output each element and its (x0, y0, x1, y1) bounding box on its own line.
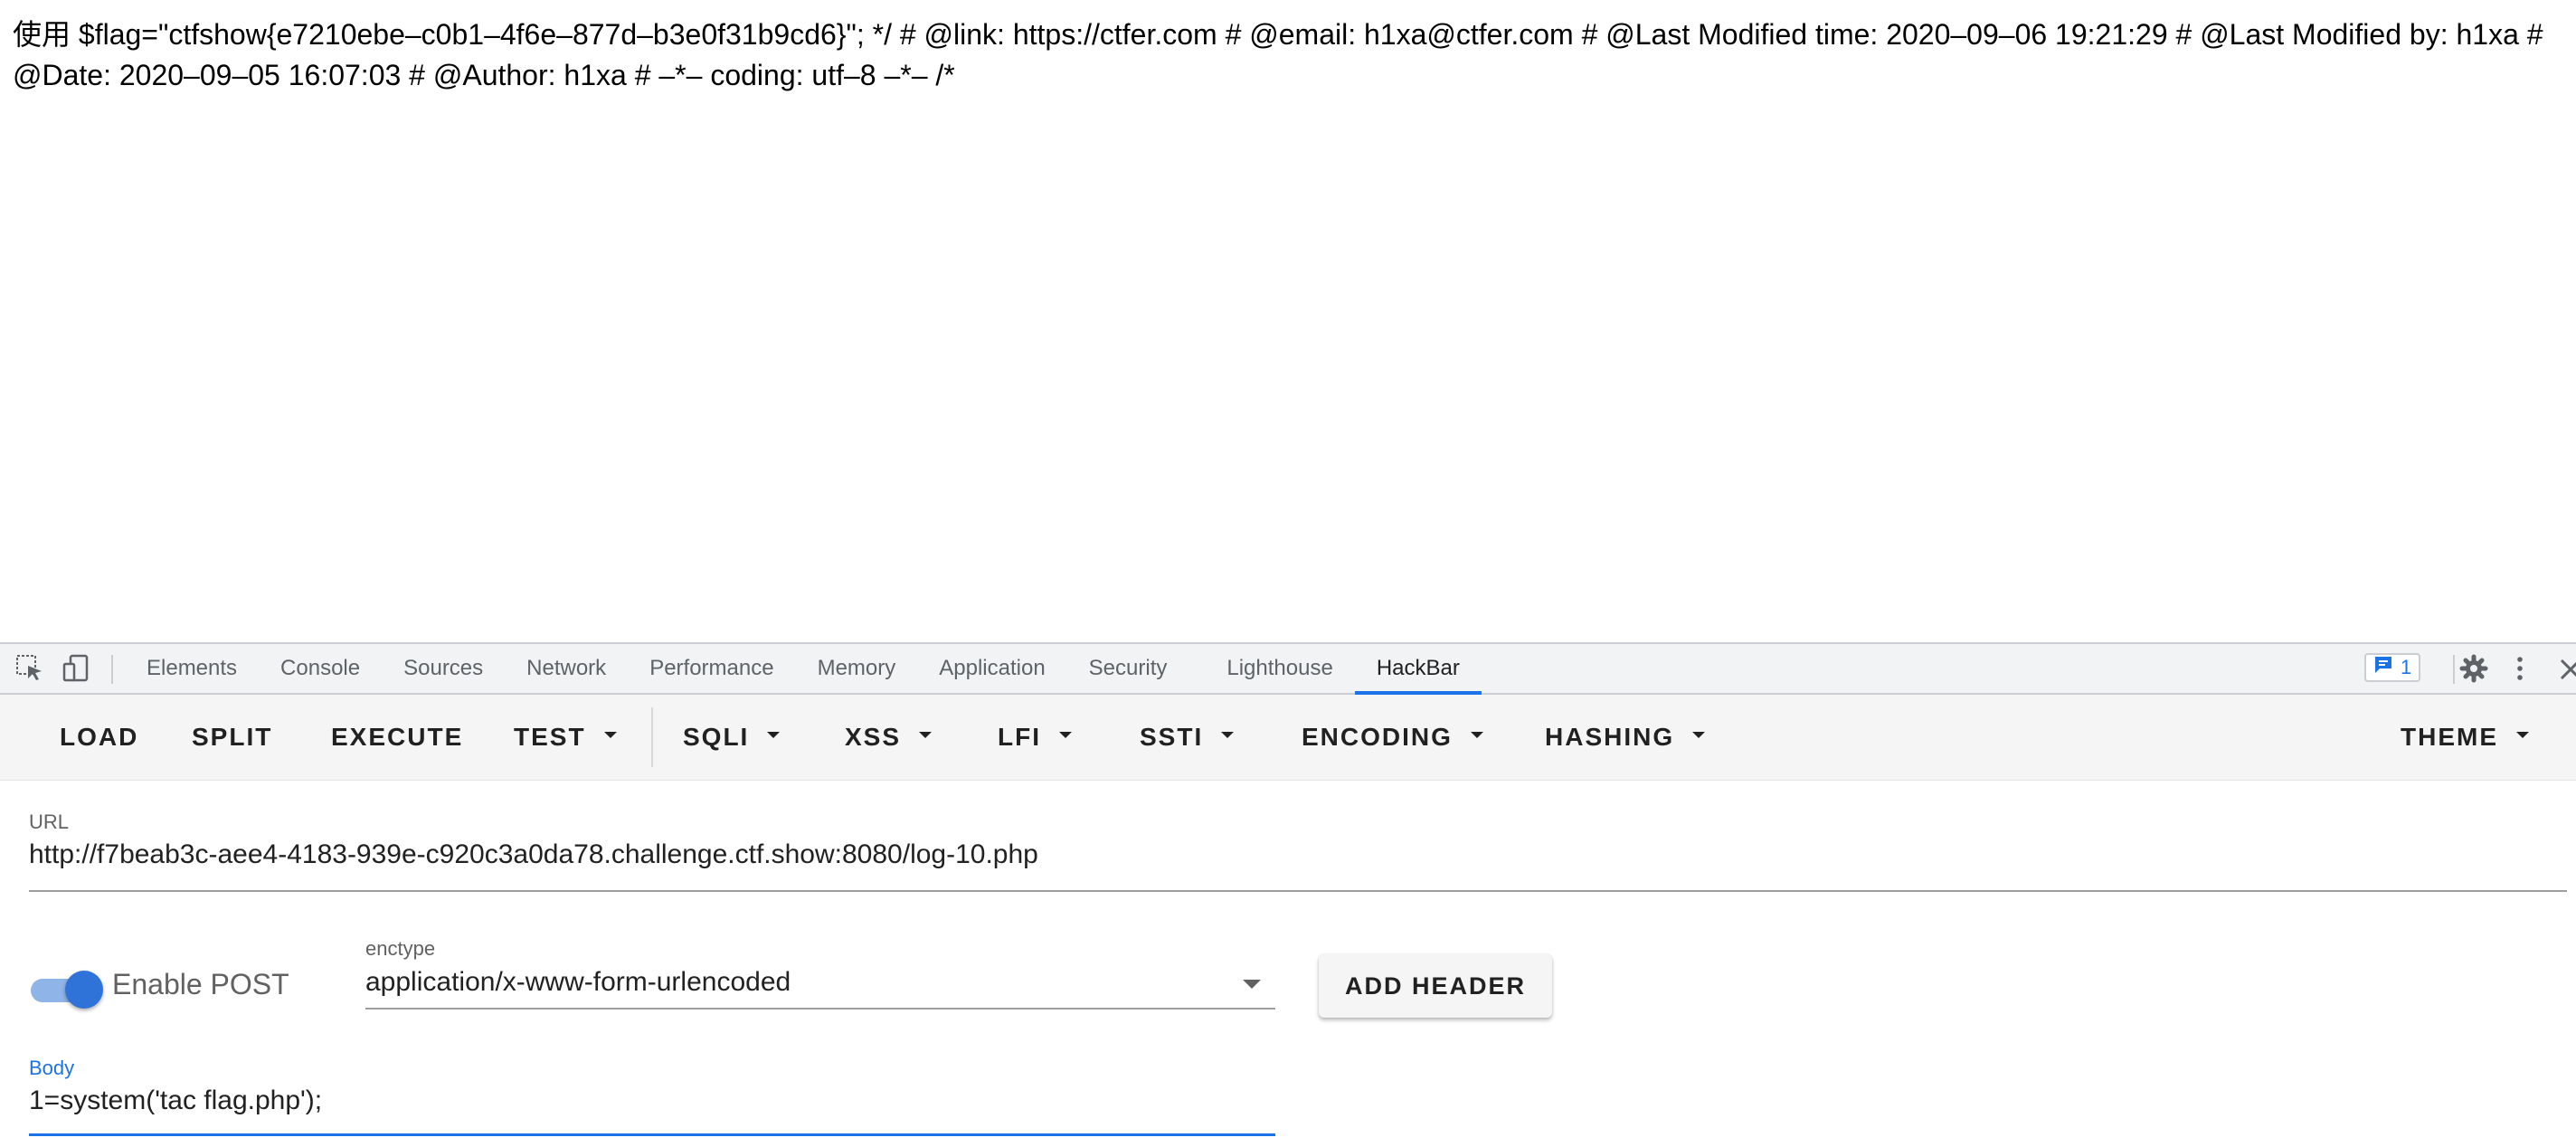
tab-network[interactable]: Network (505, 644, 628, 693)
enctype-select[interactable]: application/x-www-form-urlencoded (365, 967, 791, 998)
toolbar-divider (111, 655, 113, 684)
issues-counter-button[interactable]: 1 (2364, 653, 2421, 682)
lfi-menu-button[interactable]: LFI (998, 695, 1072, 780)
body-label: Body (29, 1057, 75, 1079)
device-toolbar-icon[interactable] (62, 653, 92, 684)
chevron-down-icon (1470, 732, 1483, 739)
encoding-menu-button[interactable]: ENCODING (1302, 695, 1483, 780)
tab-elements[interactable]: Elements (125, 644, 259, 693)
ssti-menu-button[interactable]: SSTI (1140, 695, 1235, 780)
tab-lighthouse[interactable]: Lighthouse (1205, 644, 1354, 693)
execute-button[interactable]: EXECUTE (331, 695, 463, 780)
chevron-down-icon (1221, 732, 1235, 739)
enable-post-label: Enable POST (112, 968, 289, 1000)
chevron-down-icon (1059, 732, 1072, 739)
enctype-label: enctype (365, 937, 436, 960)
encoding-menu-label: ENCODING (1302, 723, 1453, 751)
body-underline (29, 1133, 1275, 1136)
gear-icon[interactable] (2458, 653, 2489, 684)
devtools-tabs: Elements Console Sources Network Perform… (125, 644, 1482, 695)
chevron-down-icon[interactable] (1243, 980, 1261, 989)
ssti-menu-label: SSTI (1140, 723, 1204, 751)
page-content-text: 使用 $flag="ctfshow{e7210ebe–c0b1–4f6e–877… (13, 18, 2543, 91)
issues-count: 1 (2401, 656, 2412, 678)
chevron-down-icon (603, 732, 617, 739)
test-menu-label: TEST (514, 723, 586, 751)
kebab-menu-icon[interactable] (2511, 653, 2542, 684)
devtools-tab-bar: Elements Console Sources Network Perform… (0, 644, 2576, 695)
chevron-down-icon (2516, 732, 2529, 739)
chevron-down-icon (767, 732, 781, 739)
test-menu-button[interactable]: TEST (514, 695, 617, 780)
sqli-menu-button[interactable]: SQLI (683, 695, 781, 780)
inspect-element-icon[interactable] (14, 653, 45, 684)
xss-menu-button[interactable]: XSS (845, 695, 933, 780)
tab-console[interactable]: Console (259, 644, 382, 693)
split-button[interactable]: SPLIT (192, 695, 272, 780)
tab-security[interactable]: Security (1067, 644, 1189, 693)
enctype-underline (365, 1008, 1275, 1010)
tab-memory[interactable]: Memory (796, 644, 918, 693)
theme-menu-label: THEME (2401, 723, 2498, 751)
lfi-menu-label: LFI (998, 723, 1041, 751)
hashing-menu-label: HASHING (1545, 723, 1675, 751)
tab-performance[interactable]: Performance (628, 644, 795, 693)
hackbar-toolbar: LOAD SPLIT EXECUTE TEST SQLI XSS LFI SST… (0, 695, 2576, 781)
load-button[interactable]: LOAD (60, 695, 138, 780)
sqli-menu-label: SQLI (683, 723, 750, 751)
toggle-knob (65, 971, 103, 1009)
xss-menu-label: XSS (845, 723, 902, 751)
body-input[interactable]: 1=system('tac flag.php'); (29, 1085, 322, 1116)
devtools-panel: Elements Console Sources Network Perform… (0, 642, 2576, 1147)
enable-post-toggle[interactable] (31, 971, 105, 1009)
url-underline (29, 890, 2567, 892)
chevron-down-icon (919, 732, 933, 739)
add-header-button[interactable]: ADD HEADER (1319, 954, 1552, 1018)
url-label: URL (29, 810, 70, 833)
theme-menu-button[interactable]: THEME (2401, 695, 2529, 780)
url-input[interactable]: http://f7beab3c-aee4-4183-939e-c920c3a0d… (29, 839, 1038, 870)
tab-application[interactable]: Application (917, 644, 1066, 693)
close-icon[interactable] (2556, 653, 2576, 684)
tab-sources[interactable]: Sources (382, 644, 505, 693)
chevron-down-icon (1692, 732, 1706, 739)
toolbar-divider (2453, 655, 2455, 684)
issues-icon (2373, 656, 2393, 679)
hashing-menu-button[interactable]: HASHING (1545, 695, 1706, 780)
toolbar-divider (651, 707, 653, 767)
tab-hackbar[interactable]: HackBar (1354, 644, 1482, 695)
